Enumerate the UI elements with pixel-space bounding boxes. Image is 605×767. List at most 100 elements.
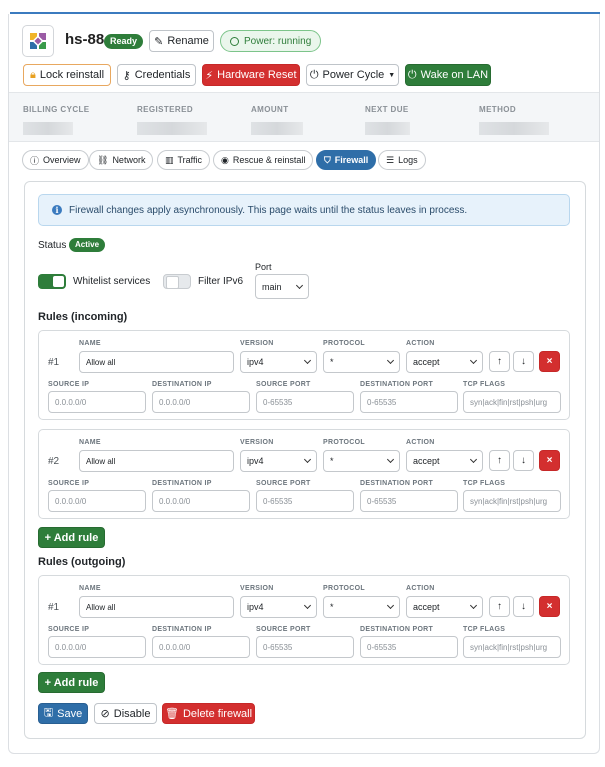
destination-ip-input[interactable]: 0.0.0.0/0 — [152, 391, 250, 413]
delete-rule-button[interactable]: × — [539, 450, 560, 471]
destination-port-input[interactable]: 0-65535 — [360, 391, 458, 413]
delete-firewall-button[interactable]: 🗑︎ Delete firewall — [162, 703, 255, 724]
move-down-button[interactable]: ↓ — [513, 450, 534, 471]
tab-logs[interactable]: ☰ Logs — [378, 150, 426, 170]
move-up-button[interactable]: ↑ — [489, 450, 510, 471]
port-value: main — [262, 281, 282, 292]
ban-icon: ⊘ — [100, 708, 110, 720]
source-port-input[interactable]: 0-65535 — [256, 636, 354, 658]
hardware-reset-button[interactable]: ⚡︎ Hardware Reset — [202, 64, 300, 86]
destination-port-input[interactable]: 0-65535 — [360, 490, 458, 512]
method-col: METHOD — [479, 105, 549, 135]
power-icon: ⏻ — [309, 68, 319, 81]
source-port-input[interactable]: 0-65535 — [256, 391, 354, 413]
add-rule-label: + Add rule — [44, 676, 99, 689]
version-field-label: VERSION — [240, 585, 274, 592]
tcp-flags-input[interactable]: syn|ack|fin|rst|psh|urg — [463, 490, 561, 512]
rule-name-input[interactable]: Allow all — [79, 351, 234, 373]
save-button[interactable]: 🖫︎ Save — [38, 703, 88, 724]
lock-reinstall-button[interactable]: 🔒︎ Lock reinstall — [23, 64, 111, 86]
destination-ip-field-label: DESTINATION IP — [152, 381, 212, 388]
protocol-select[interactable]: * — [323, 351, 400, 373]
add-incoming-rule-button[interactable]: + Add rule — [38, 527, 105, 548]
delete-rule-button[interactable]: × — [539, 351, 560, 372]
info-icon: i — [52, 205, 62, 215]
rename-button[interactable]: ✎ Rename — [149, 30, 214, 52]
add-outgoing-rule-button[interactable]: + Add rule — [38, 672, 105, 693]
source-ip-input[interactable]: 0.0.0.0/0 — [48, 636, 146, 658]
protocol-select[interactable]: * — [323, 450, 400, 472]
list-icon: ☰ — [386, 154, 395, 165]
amount-label: AMOUNT — [251, 105, 289, 114]
source-port-input[interactable]: 0-65535 — [256, 490, 354, 512]
version-select[interactable]: ipv4 — [240, 596, 317, 618]
action-value: accept — [413, 357, 440, 367]
billing-summary: BILLING CYCLE REGISTERED AMOUNT NEXT DUE… — [9, 92, 599, 142]
port-select[interactable]: main — [255, 274, 309, 299]
chevron-down-icon — [303, 356, 312, 365]
rule-card: NAME VERSION PROTOCOL ACTION #2 Allow all ipv4… — [38, 429, 570, 519]
filter-ipv6-toggle[interactable] — [163, 274, 191, 289]
whitelist-services-toggle[interactable] — [38, 274, 66, 289]
action-select[interactable]: accept — [406, 450, 483, 472]
move-up-button[interactable]: ↑ — [489, 351, 510, 372]
outgoing-rules-title: Rules (outgoing) — [38, 556, 126, 568]
delete-firewall-label: Delete firewall — [182, 707, 253, 720]
credentials-label: Credentials — [134, 69, 191, 81]
tab-overview[interactable]: ⓘ Overview — [22, 150, 89, 170]
move-down-button[interactable]: ↓ — [513, 351, 534, 372]
disable-button[interactable]: ⊘ Disable — [94, 703, 157, 724]
destination-port-input[interactable]: 0-65535 — [360, 636, 458, 658]
move-down-button[interactable]: ↓ — [513, 596, 534, 617]
rule-name-input[interactable]: Allow all — [79, 596, 234, 618]
tab-label: Logs — [398, 155, 418, 165]
firewall-status-badge: Active — [69, 238, 106, 252]
tcp-flags-field-label: TCP FLAGS — [463, 626, 506, 633]
destination-port-field-label: DESTINATION PORT — [360, 381, 434, 388]
action-select[interactable]: accept — [406, 596, 483, 618]
destination-ip-field-label: DESTINATION IP — [152, 480, 212, 487]
version-field-label: VERSION — [240, 439, 274, 446]
protocol-select[interactable]: * — [323, 596, 400, 618]
source-ip-input[interactable]: 0.0.0.0/0 — [48, 391, 146, 413]
tcp-flags-input[interactable]: syn|ack|fin|rst|psh|urg — [463, 391, 561, 413]
version-select[interactable]: ipv4 — [240, 351, 317, 373]
amount-redacted — [251, 122, 303, 135]
rename-label: Rename — [167, 35, 209, 47]
shield-icon: ⛉ — [324, 154, 331, 165]
delete-rule-button[interactable]: × — [539, 596, 560, 617]
chevron-down-icon — [303, 455, 312, 464]
destination-port-field-label: DESTINATION PORT — [360, 480, 434, 487]
credentials-button[interactable]: ⚷ Credentials — [117, 64, 196, 86]
destination-ip-input[interactable]: 0.0.0.0/0 — [152, 636, 250, 658]
source-ip-field-label: SOURCE IP — [48, 381, 90, 388]
action-select[interactable]: accept — [406, 351, 483, 373]
billing-cycle-redacted — [23, 122, 73, 135]
source-port-field-label: SOURCE PORT — [256, 626, 311, 633]
tcp-flags-input[interactable]: syn|ack|fin|rst|psh|urg — [463, 636, 561, 658]
billing-cycle-col: BILLING CYCLE — [23, 105, 90, 135]
action-field-label: ACTION — [406, 585, 435, 592]
info-icon: ⓘ — [30, 155, 40, 166]
version-select[interactable]: ipv4 — [240, 450, 317, 472]
server-name: hs-88 — [65, 31, 105, 48]
action-field-label: ACTION — [406, 439, 435, 446]
chevron-down-icon — [386, 356, 395, 365]
trash-icon: 🗑︎ — [164, 708, 179, 720]
wake-on-lan-button[interactable]: ⏻ Wake on LAN — [405, 64, 491, 86]
tab-traffic[interactable]: ▥ Traffic — [157, 150, 211, 170]
rule-name-input[interactable]: Allow all — [79, 450, 234, 472]
rule-number: #1 — [48, 357, 60, 368]
method-label: METHOD — [479, 105, 517, 114]
bolt-icon: ⚡︎ — [205, 69, 214, 82]
chevron-down-icon — [303, 601, 312, 610]
source-ip-input[interactable]: 0.0.0.0/0 — [48, 490, 146, 512]
power-cycle-dropdown[interactable]: ⏻ Power Cycle ▼ — [306, 64, 399, 86]
info-text: Firewall changes apply asynchronously. T… — [69, 204, 468, 216]
destination-ip-input[interactable]: 0.0.0.0/0 — [152, 490, 250, 512]
tab-network[interactable]: ⛓ Network — [89, 150, 154, 170]
power-icon: ⏻ — [407, 68, 417, 81]
move-up-button[interactable]: ↑ — [489, 596, 510, 617]
tab-firewall[interactable]: ⛉ Firewall — [316, 150, 377, 170]
tab-rescue-reinstall[interactable]: ◉ Rescue & reinstall — [213, 150, 314, 170]
